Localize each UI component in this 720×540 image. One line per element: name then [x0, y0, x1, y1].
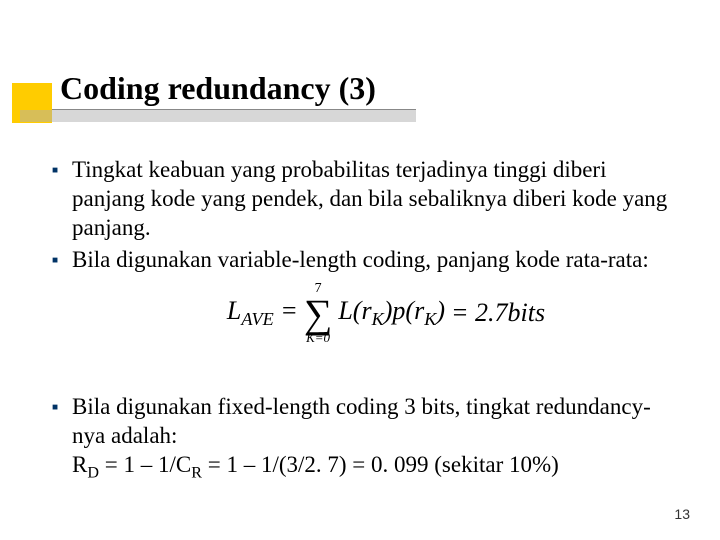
formula-term2-sub: K	[424, 309, 436, 329]
title-row: Coding redundancy (3)	[20, 70, 416, 110]
bullet-item: ■ Bila digunakan fixed-length coding 3 b…	[52, 393, 680, 483]
sigma-bot: K=0	[306, 332, 330, 344]
bullet-marker-icon: ■	[52, 255, 58, 268]
redundancy-sub-r: R	[191, 464, 202, 481]
bullet-item: ■ Bila digunakan variable-length coding,…	[52, 246, 680, 275]
formula-term2: p(r	[392, 296, 424, 325]
sigma-icon: 7 ∑ K=0	[304, 283, 333, 343]
bullet-text: Tingkat keabuan yang probabilitas terjad…	[72, 156, 680, 242]
bullet-marker-icon: ■	[52, 165, 58, 178]
title-shadow	[20, 110, 416, 122]
bullet-marker-icon: ■	[52, 402, 58, 415]
redundancy-line: R	[72, 452, 87, 477]
formula-term1: L(r	[338, 296, 371, 325]
redundancy-tail: = 1 – 1/(3/2. 7) = 0. 099 (sekitar 10%)	[202, 452, 559, 477]
page-number: 13	[674, 506, 690, 522]
slide: Coding redundancy (3) ■ Tingkat keabuan …	[0, 0, 720, 540]
bullet-text-line: Bila digunakan fixed-length coding 3 bit…	[72, 394, 651, 448]
redundancy-mid: = 1 – 1/C	[99, 452, 191, 477]
formula-term2-close: )	[436, 296, 445, 325]
redundancy-sub-d: D	[87, 464, 99, 481]
slide-title: Coding redundancy (3)	[60, 70, 376, 109]
slide-content: ■ Tingkat keabuan yang probabilitas terj…	[30, 156, 690, 483]
formula-average-length: LAVE = 7 ∑ K=0 L(rK)p(rK) = 2.7bits	[92, 283, 680, 343]
formula-lhs: L	[227, 296, 241, 325]
formula-lhs-sub: AVE	[241, 309, 273, 329]
formula-rhs: = 2.7bits	[451, 298, 545, 328]
formula-term1-sub: K	[372, 309, 384, 329]
bullet-text: Bila digunakan fixed-length coding 3 bit…	[72, 393, 680, 483]
bullet-text: Bila digunakan variable-length coding, p…	[72, 246, 680, 275]
bullet-item: ■ Tingkat keabuan yang probabilitas terj…	[52, 156, 680, 242]
